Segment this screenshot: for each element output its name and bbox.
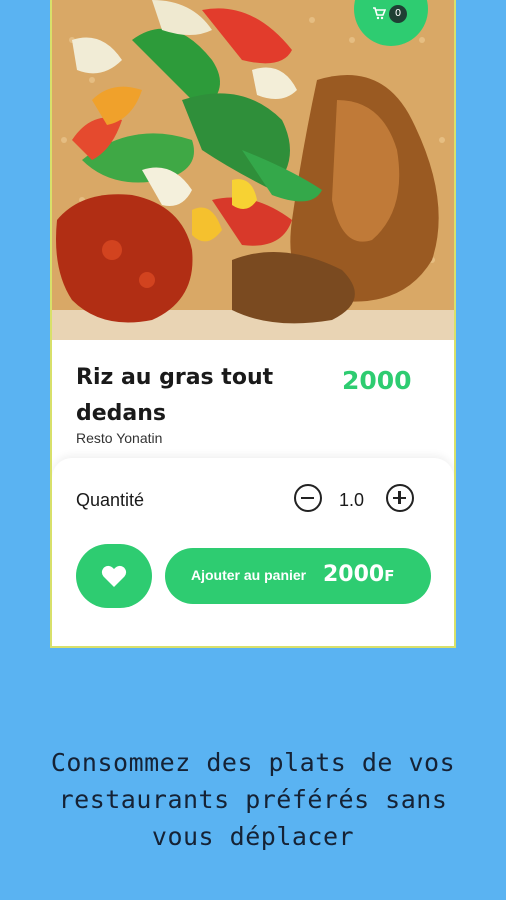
increment-button[interactable] (386, 484, 414, 512)
promo-tagline: Consommez des plats de vos restaurants p… (0, 744, 506, 855)
app-screen: 0 Riz au gras tout dedans Resto Yonatin … (52, 0, 454, 646)
tagline-line: Consommez des plats de vos (50, 748, 456, 777)
tagline-line: vous déplacer (151, 822, 355, 851)
food-photo (52, 0, 454, 340)
add-to-cart-button[interactable]: Ajouter au panier 2000F (165, 548, 431, 604)
product-price: 2000 (342, 366, 412, 395)
favorite-button[interactable] (76, 544, 152, 608)
product-title: Riz au gras tout dedans (76, 365, 274, 426)
tagline-line: restaurants préférés sans (58, 785, 448, 814)
quantity-value: 1.0 (339, 490, 365, 510)
minus-icon (301, 496, 314, 499)
decrement-button[interactable] (294, 484, 322, 512)
add-to-cart-price: 2000F (323, 562, 395, 587)
cart-icon (372, 6, 387, 24)
cart-badge: 0 (389, 5, 407, 23)
heart-icon (101, 565, 127, 587)
restaurant-name: Resto Yonatin (76, 430, 163, 446)
order-panel: Quantité 1.0 Ajouter au panier 2000F (52, 458, 454, 646)
quantity-label: Quantité (76, 490, 145, 510)
add-to-cart-label: Ajouter au panier (191, 567, 307, 583)
